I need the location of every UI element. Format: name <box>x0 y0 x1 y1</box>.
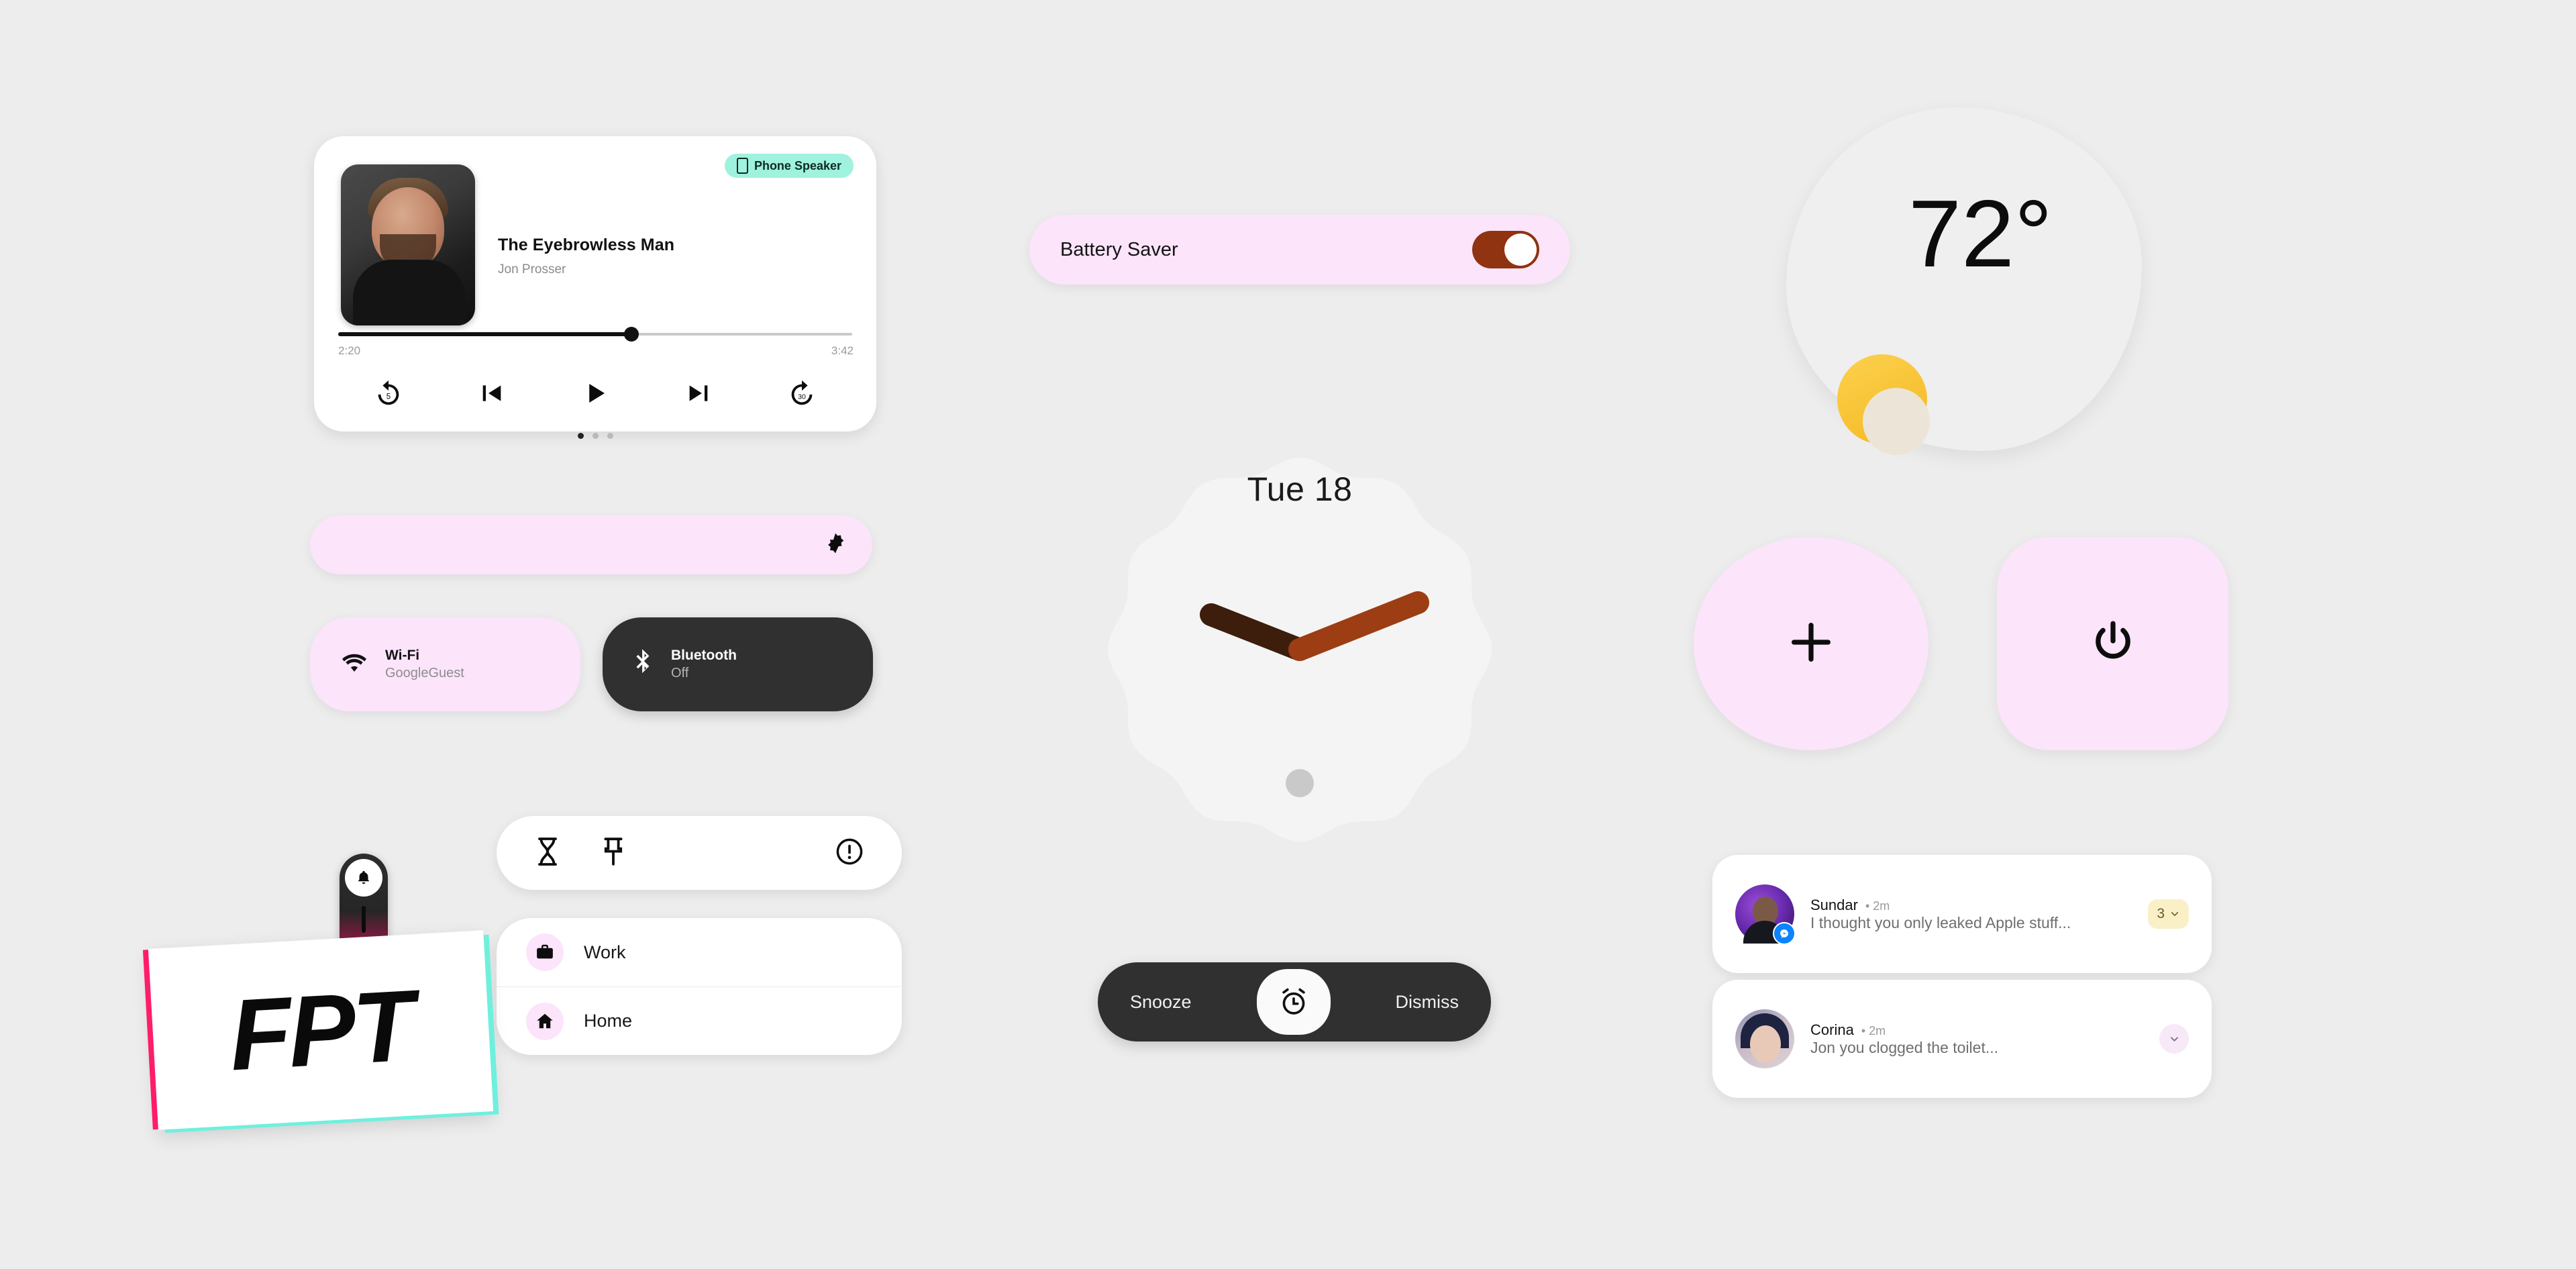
shortcut-item-home[interactable]: Home <box>497 986 902 1055</box>
notification-time: • 2m <box>1865 899 1890 913</box>
notification-body: Corina • 2m Jon you clogged the toilet..… <box>1810 1021 2143 1057</box>
wifi-tile[interactable]: Wi-Fi GoogleGuest <box>310 617 580 711</box>
shortcut-item-work[interactable]: Work <box>497 918 902 986</box>
bluetooth-title: Bluetooth <box>671 648 737 664</box>
bluetooth-icon <box>632 648 655 682</box>
fpt-watermark: FPT <box>148 854 502 1142</box>
alarm-clock-icon[interactable] <box>1256 969 1331 1035</box>
media-player-card[interactable]: Phone Speaker The Eyebrowless Man Jon Pr… <box>314 136 876 439</box>
chevron-down-icon <box>2170 1036 2178 1042</box>
hourglass-icon[interactable] <box>534 837 561 870</box>
messenger-icon <box>1773 922 1796 945</box>
briefcase-icon <box>526 933 564 971</box>
notification-item[interactable]: Corina • 2m Jon you clogged the toilet..… <box>1712 980 2212 1098</box>
alarm-actions-bar: Snooze Dismiss <box>1098 962 1491 1042</box>
quick-actions-bar <box>497 816 902 890</box>
notification-stack: Sundar • 2m I thought you only leaked Ap… <box>1712 855 2212 1098</box>
dismiss-button[interactable]: Dismiss <box>1395 992 1459 1013</box>
track-artist: Jon Prosser <box>498 262 566 276</box>
replay-5-button[interactable]: 5 <box>368 372 409 414</box>
weather-widget[interactable]: 72° <box>1786 107 2142 455</box>
notification-body: Sundar • 2m I thought you only leaked Ap… <box>1810 897 2132 932</box>
output-device-chip[interactable]: Phone Speaker <box>724 154 854 178</box>
previous-track-button[interactable] <box>471 372 513 414</box>
progress-fill <box>338 332 631 336</box>
notification-sender: Sundar <box>1810 896 1858 913</box>
album-art <box>341 164 475 325</box>
fpt-logo-text: FPT <box>226 968 415 1092</box>
fpt-card: FPT <box>148 930 494 1130</box>
notification-item[interactable]: Sundar • 2m I thought you only leaked Ap… <box>1712 855 2212 973</box>
play-button[interactable] <box>574 372 616 414</box>
notification-count: 3 <box>2157 906 2165 921</box>
progress-knob[interactable] <box>623 327 639 342</box>
cloud-shape <box>1863 388 1930 455</box>
next-track-button[interactable] <box>678 372 719 414</box>
wifi-title: Wi-Fi <box>385 648 420 664</box>
page-indicator <box>314 433 876 439</box>
media-controls: 5 30 <box>338 370 852 417</box>
notification-message: I thought you only leaked Apple stuff... <box>1810 913 2071 931</box>
phone-icon <box>736 158 748 174</box>
wifi-icon <box>340 652 369 678</box>
svg-text:30: 30 <box>798 393 806 401</box>
pin-stem <box>362 906 366 933</box>
info-icon[interactable] <box>835 837 864 870</box>
progress-slider[interactable] <box>338 327 852 342</box>
elapsed-time: 2:20 <box>338 344 361 357</box>
notification-header: Corina • 2m <box>1810 1021 2143 1039</box>
bluetooth-state: Off <box>671 665 689 680</box>
add-button[interactable] <box>1694 537 1928 750</box>
clock-widget[interactable]: Tue 18 <box>1090 435 1509 864</box>
shortcut-label: Home <box>584 1011 633 1031</box>
shortcut-list: Work Home <box>497 918 902 1055</box>
total-time: 3:42 <box>831 344 854 357</box>
chevron-down-icon <box>2171 912 2179 917</box>
forward-30-button[interactable]: 30 <box>781 372 823 414</box>
bluetooth-tile[interactable]: Bluetooth Off <box>603 617 873 711</box>
bell-icon <box>345 859 382 897</box>
shortcut-label: Work <box>584 942 626 962</box>
track-title: The Eyebrowless Man <box>498 236 675 254</box>
notification-time: • 2m <box>1861 1023 1886 1037</box>
wifi-network-name: GoogleGuest <box>385 665 464 680</box>
power-icon <box>2088 617 2139 671</box>
battery-saver-toggle[interactable] <box>1472 231 1539 268</box>
toggle-knob <box>1504 234 1537 266</box>
clock-pip <box>1286 769 1314 797</box>
clock-hands <box>1200 591 1429 661</box>
notification-message: Jon you clogged the toilet... <box>1810 1038 1999 1056</box>
plus-icon <box>1786 617 1837 671</box>
page-dot <box>607 433 613 439</box>
notification-header: Sundar • 2m <box>1810 897 2132 914</box>
album-art-detail <box>353 260 466 325</box>
brightness-slider[interactable] <box>310 515 872 574</box>
power-button[interactable] <box>1997 537 2228 750</box>
avatar-detail <box>1750 1025 1781 1063</box>
partly-sunny-icon <box>1837 354 1938 456</box>
output-device-label: Phone Speaker <box>754 158 841 172</box>
brightness-icon <box>824 532 847 558</box>
notification-sender: Corina <box>1810 1021 1854 1038</box>
snooze-button[interactable]: Snooze <box>1130 992 1192 1013</box>
home-icon <box>526 1002 564 1040</box>
pin-icon[interactable] <box>600 837 627 870</box>
avatar <box>1735 884 1796 945</box>
notification-count-badge[interactable]: 3 <box>2148 899 2189 929</box>
notification-expand-button[interactable] <box>2159 1024 2189 1054</box>
page-dot <box>592 433 599 439</box>
page-dot <box>577 433 584 439</box>
weather-temperature: 72° <box>1908 181 2053 287</box>
battery-saver-row[interactable]: Battery Saver <box>1029 215 1570 285</box>
avatar <box>1735 1009 1794 1068</box>
battery-saver-label: Battery Saver <box>1060 238 1178 260</box>
svg-text:5: 5 <box>387 393 391 401</box>
